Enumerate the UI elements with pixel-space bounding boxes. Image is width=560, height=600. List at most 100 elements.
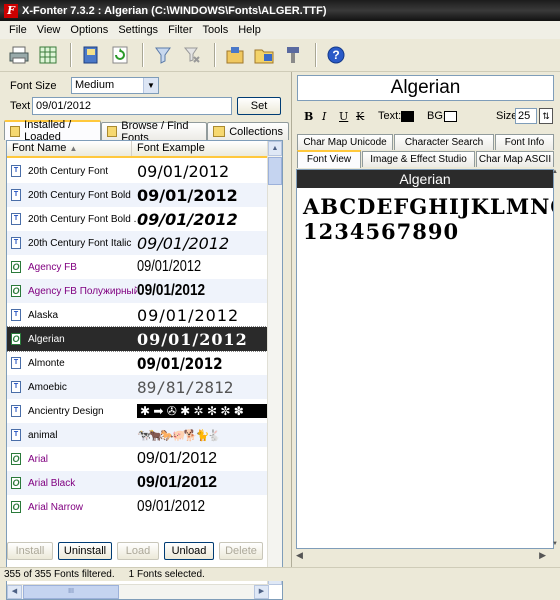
toolbar-separator [315, 43, 317, 67]
font-name: animal [28, 429, 58, 441]
list-item[interactable]: T Alaska 09/01/2012 [7, 303, 269, 327]
set-button[interactable]: Set [237, 97, 281, 115]
menu-bar: File View Options Settings Filter Tools … [0, 21, 560, 39]
scroll-left-icon[interactable]: ◀ [296, 550, 303, 561]
font-name: 20th Century Font Italic [28, 237, 132, 249]
truetype-icon: T [11, 429, 21, 441]
list-item[interactable]: O Arial 09/01/2012 [7, 447, 269, 471]
font-example: ✱ ➡ ✇ ✱ ✲ ✻ ✼ ✽ [137, 404, 269, 418]
list-item[interactable]: T 20th Century Font Bold ... 09/01/2012 [7, 207, 269, 231]
font-name: Amoebic [28, 381, 67, 393]
book-icon[interactable] [78, 42, 104, 68]
scroll-down-icon[interactable]: ▼ [552, 541, 560, 549]
filter-icon[interactable] [150, 42, 176, 68]
scroll-right-button[interactable]: ▶ [254, 585, 269, 599]
uninstall-button[interactable]: Uninstall [58, 542, 112, 560]
list-item[interactable]: O Agency FB Полужирный 09/01/2012 [7, 279, 269, 303]
column-font-example[interactable]: Font Example [132, 141, 269, 156]
list-item[interactable]: O Agency FB 09/01/2012 [7, 255, 269, 279]
truetype-icon: T [11, 381, 21, 393]
font-example: 09/01/2012 [137, 498, 206, 515]
status-filtered: 355 of 355 Fonts filtered. [4, 569, 115, 580]
size-stepper-icon[interactable]: ⇅ [539, 108, 553, 124]
toolbar-separator [214, 43, 216, 67]
preview-hscroll[interactable]: ◀ ▶ [296, 550, 546, 562]
font-name-display: Algerian [297, 75, 554, 101]
menu-view[interactable]: View [32, 24, 66, 36]
list-item[interactable]: O Arial Narrow 09/01/2012 [7, 495, 269, 519]
text-color-swatch[interactable] [401, 110, 414, 122]
truetype-icon: T [11, 405, 21, 417]
load-button[interactable]: Load [117, 542, 159, 560]
uninstall-icon[interactable] [280, 42, 306, 68]
italic-button[interactable]: I [322, 110, 326, 123]
app-icon: F [4, 3, 18, 18]
menu-settings[interactable]: Settings [113, 24, 163, 36]
install-icon[interactable] [222, 42, 248, 68]
horizontal-scrollbar[interactable]: ◀ III ▶ [7, 584, 269, 599]
menu-options[interactable]: Options [65, 24, 113, 36]
scroll-left-button[interactable]: ◀ [7, 585, 22, 599]
delete-button[interactable]: Delete [219, 542, 263, 560]
preview-scrollbar[interactable]: ▲ ▼ [552, 169, 560, 549]
scroll-thumb[interactable]: III [23, 585, 119, 599]
text-input[interactable]: 09/01/2012 [32, 97, 232, 115]
list-item[interactable]: Tanimal 🐄🐂🐎🐖🐕🐈🐇 [7, 423, 269, 447]
tab-character-search[interactable]: Character Search [394, 134, 494, 150]
menu-tools[interactable]: Tools [198, 24, 234, 36]
list-item[interactable]: O Algerian 09/01/2012 [7, 326, 270, 352]
help-icon[interactable]: ? [323, 42, 349, 68]
font-list[interactable]: Font Name ▲ Font Example T 20th Century F… [6, 140, 283, 600]
list-item[interactable]: T 20th Century Font Italic 09/01/2012 [7, 231, 269, 255]
font-name: Agency FB [28, 261, 77, 273]
list-item[interactable]: T Amoebic 89/81/2812 [7, 375, 269, 399]
list-item[interactable]: T 20th Century Font Bold 09/01/2012 [7, 183, 269, 207]
menu-filter[interactable]: Filter [163, 24, 197, 36]
menu-help[interactable]: Help [233, 24, 266, 36]
tab-char-map-ascii[interactable]: Char Map ASCII [476, 151, 554, 167]
size-input[interactable]: 25 [515, 108, 537, 124]
column-font-name[interactable]: Font Name ▲ [7, 141, 132, 156]
font-size-select[interactable]: Medium ▼ [71, 77, 159, 94]
chevron-down-icon[interactable]: ▼ [143, 78, 158, 93]
printer-icon[interactable] [6, 42, 32, 68]
install-button[interactable]: Install [7, 542, 53, 560]
toolbar-separator [142, 43, 144, 67]
left-panel: Font Size Medium ▼ Text 09/01/2012 Set I… [0, 72, 289, 600]
text-color-label: Text: [378, 110, 402, 122]
folder-icon[interactable] [251, 42, 277, 68]
tab-image-effect-studio[interactable]: Image & Effect Studio [362, 151, 475, 167]
font-example: 09/01/2012 [137, 185, 238, 205]
truetype-icon: T [11, 189, 21, 201]
clear-filter-icon[interactable] [179, 42, 205, 68]
tab-browse-find[interactable]: Browse / Find Fonts [101, 120, 208, 144]
menu-file[interactable]: File [4, 24, 32, 36]
scroll-up-button[interactable]: ▲ [268, 141, 282, 156]
grid-icon[interactable] [35, 42, 61, 68]
list-item[interactable]: T 20th Century Font 09/01/2012 [7, 159, 269, 183]
list-item[interactable]: T Almonte 09/01/2012 [7, 351, 269, 375]
tab-char-map-unicode[interactable]: Char Map Unicode [297, 134, 393, 150]
scroll-right-icon[interactable]: ▶ [539, 550, 546, 561]
opentype-icon: O [11, 261, 21, 273]
strikethrough-button[interactable]: K [356, 110, 364, 123]
list-item[interactable]: T Ancientry Design ✱ ➡ ✇ ✱ ✲ ✻ ✼ ✽ [7, 399, 269, 423]
font-name: Arial Narrow [28, 501, 84, 513]
tab-collections[interactable]: Collections [207, 122, 289, 140]
bg-color-swatch[interactable] [444, 110, 457, 122]
scroll-up-icon[interactable]: ▲ [552, 169, 560, 177]
font-example: 09/01/2012 [137, 474, 218, 491]
scroll-thumb[interactable] [268, 157, 282, 185]
underline-button[interactable]: U [339, 110, 348, 123]
bold-button[interactable]: B [304, 110, 313, 123]
tab-font-info[interactable]: Font Info [495, 134, 554, 150]
refresh-icon[interactable] [107, 42, 133, 68]
vertical-scrollbar[interactable]: ▲ ▼ [267, 141, 282, 585]
tab-installed-loaded[interactable]: Installed / Loaded [4, 119, 102, 143]
opentype-icon: O [11, 501, 21, 513]
font-example: 🐄🐂🐎🐖🐕🐈🐇 [137, 429, 221, 442]
tab-font-view[interactable]: Font View [297, 150, 361, 168]
unload-button[interactable]: Unload [164, 542, 214, 560]
list-item[interactable]: O Arial Black 09/01/2012 [7, 471, 269, 495]
font-example: 09/01/2012 [137, 305, 240, 325]
